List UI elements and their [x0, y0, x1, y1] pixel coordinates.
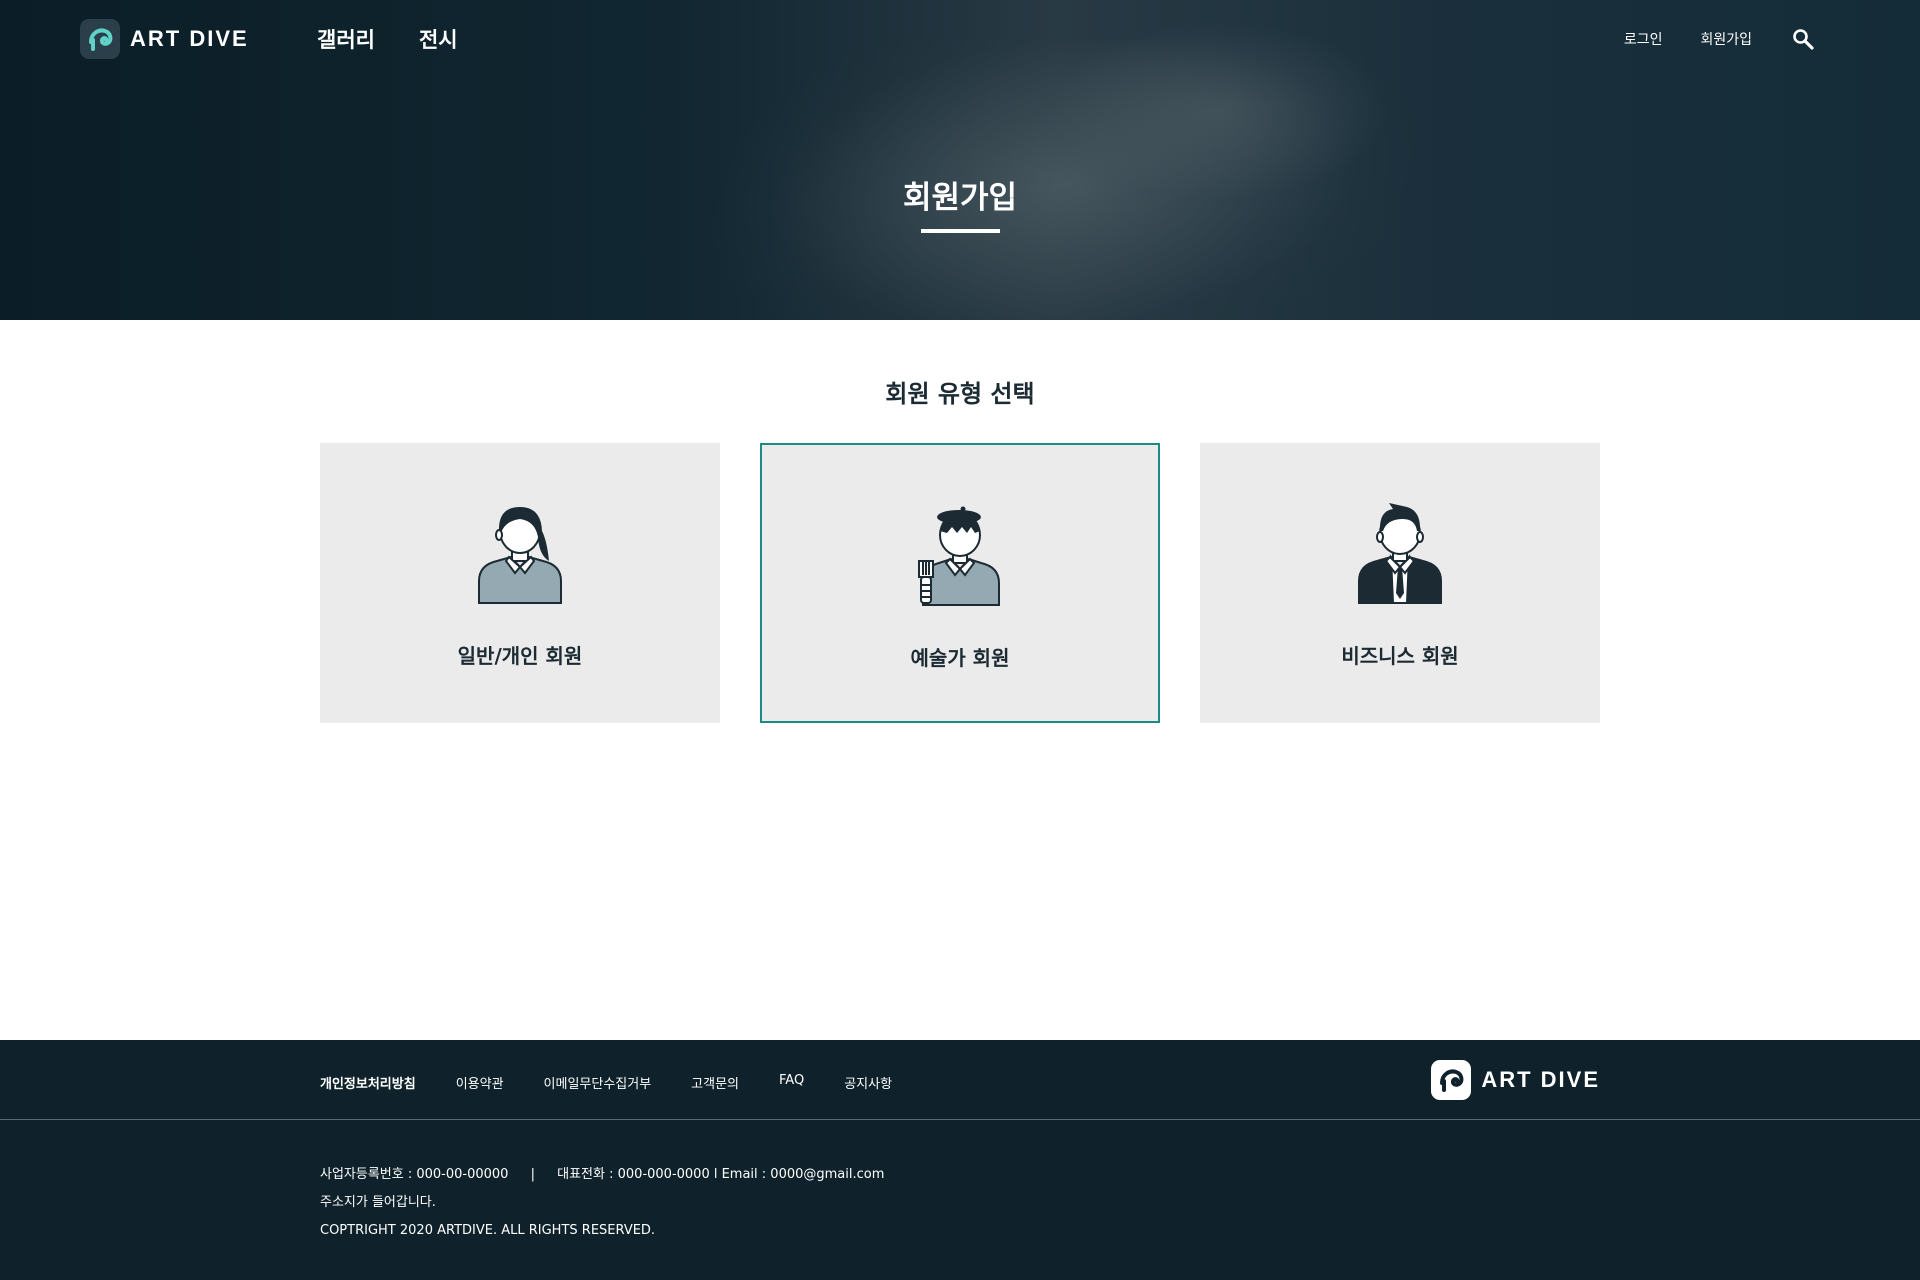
- member-type-general-label: 일반/개인 회원: [457, 644, 583, 668]
- footer-company-info: 사업자등록번호 : 000-00-00000 | 대표전화 : 000-000-…: [320, 1161, 884, 1245]
- member-type-general-card[interactable]: 일반/개인 회원: [320, 443, 720, 723]
- footer-link-notice[interactable]: 공지사항: [844, 1073, 892, 1092]
- footer-links: 개인정보처리방침 이용약관 이메일무단수집거부 고객문의 FAQ 공지사항: [320, 1073, 892, 1092]
- member-type-business-label: 비즈니스 회원: [1341, 644, 1459, 668]
- artist-avatar-icon: [915, 503, 1005, 607]
- utility-nav: 로그인 회원가입: [1624, 26, 1816, 52]
- footer-link-contact[interactable]: 고객문의: [691, 1073, 739, 1092]
- login-link[interactable]: 로그인: [1624, 29, 1663, 49]
- brand-logo-icon: [1431, 1060, 1472, 1100]
- page-title: 회원가입: [902, 180, 1018, 216]
- brand-name: ART DIVE: [130, 26, 249, 51]
- footer-link-privacy[interactable]: 개인정보처리방침: [320, 1073, 416, 1092]
- footer-logo[interactable]: ART DIVE: [1431, 1060, 1600, 1100]
- address: 주소지가 들어갑니다.: [320, 1195, 436, 1210]
- phone-email: 대표전화 : 000-000-0000 l Email : 0000@gmail…: [557, 1167, 885, 1182]
- member-type-artist-label: 예술가 회원: [910, 646, 1010, 670]
- signup-link[interactable]: 회원가입: [1700, 29, 1752, 49]
- section-title: 회원 유형 선택: [885, 380, 1035, 408]
- woman-avatar-icon: [475, 501, 565, 605]
- member-type-cards: 일반/개인 회원 예술가 회원 비즈니스 회원: [320, 443, 1600, 723]
- nav-gallery[interactable]: 갤러리: [317, 24, 375, 54]
- footer-link-email-refusal[interactable]: 이메일무단수집거부: [544, 1073, 652, 1092]
- footer-link-faq[interactable]: FAQ: [779, 1073, 804, 1092]
- business-number: 사업자등록번호 : 000-00-00000: [320, 1167, 509, 1182]
- businessman-avatar-icon: [1355, 501, 1445, 605]
- info-separator: |: [530, 1167, 535, 1182]
- member-type-artist-card[interactable]: 예술가 회원: [760, 443, 1160, 723]
- search-icon[interactable]: [1790, 26, 1816, 52]
- header-logo[interactable]: ART DIVE: [80, 19, 249, 59]
- title-underline: [921, 229, 1000, 233]
- footer: 개인정보처리방침 이용약관 이메일무단수집거부 고객문의 FAQ 공지사항 AR…: [0, 1040, 1920, 1280]
- brand-logo-icon: [80, 19, 120, 59]
- copyright: COPTRIGHT 2020 ARTDIVE. ALL RIGHTS RESER…: [320, 1223, 656, 1238]
- footer-link-terms[interactable]: 이용약관: [456, 1073, 504, 1092]
- main-nav: 갤러리 전시: [317, 24, 458, 54]
- nav-exhibition[interactable]: 전시: [419, 24, 458, 54]
- member-type-business-card[interactable]: 비즈니스 회원: [1200, 443, 1600, 723]
- hero-banner: ART DIVE 갤러리 전시 로그인 회원가입 회원가입: [0, 0, 1920, 320]
- footer-divider: [0, 1119, 1920, 1120]
- footer-brand-name: ART DIVE: [1481, 1067, 1600, 1092]
